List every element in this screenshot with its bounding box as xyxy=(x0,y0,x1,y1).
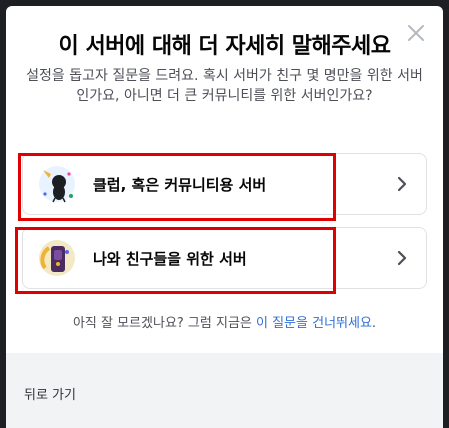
chevron-right-icon xyxy=(396,176,408,196)
skip-suffix: . xyxy=(371,316,377,331)
option-label: 클럽, 혹은 커뮤니티용 서버 xyxy=(93,176,267,194)
back-button[interactable]: 뒤로 가기 xyxy=(24,384,76,403)
skip-prompt: 아직 잘 모르겠나요? 그럼 지금은 이 질문을 건너뛰세요. xyxy=(6,312,443,331)
modal-title: 이 서버에 대해 더 자세히 말해주세요 xyxy=(58,34,391,59)
modal-subtitle: 설정을 돕고자 질문을 드려요. 혹시 서버가 친구 몇 명만을 위한 서버인가… xyxy=(26,68,423,104)
modal-footer: 뒤로 가기 xyxy=(6,353,443,428)
skip-question-link[interactable]: 이 질문을 건너뛰세요 xyxy=(256,316,372,331)
create-server-modal: 이 서버에 대해 더 자세히 말해주세요 설정을 돕고자 질문을 드려요. 혹시… xyxy=(6,6,443,428)
friends-icon xyxy=(37,238,77,278)
option-club-community[interactable]: 클럽, 혹은 커뮤니티용 서버 xyxy=(22,153,427,215)
club-community-icon xyxy=(37,164,77,204)
option-me-and-friends[interactable]: 나와 친구들을 위한 서버 xyxy=(22,227,427,289)
skip-prefix: 아직 잘 모르겠나요? 그럼 지금은 xyxy=(72,316,256,331)
chevron-right-icon xyxy=(396,250,408,270)
option-label: 나와 친구들을 위한 서버 xyxy=(93,250,247,268)
